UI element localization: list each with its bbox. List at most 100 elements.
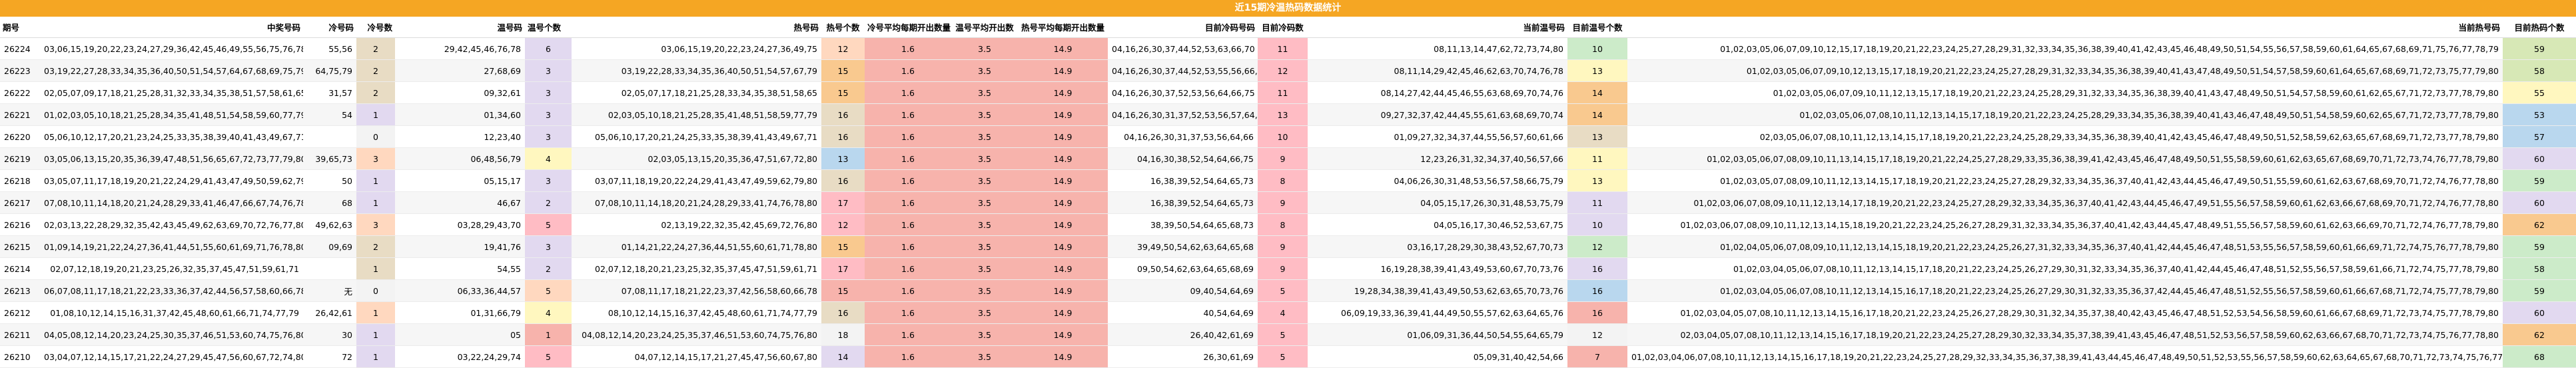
cold-avg: 1.6 xyxy=(865,191,951,214)
warm-avg: 3.5 xyxy=(951,301,1018,324)
cold-avg: 1.6 xyxy=(865,213,951,236)
warm-avg: 3.5 xyxy=(951,147,1018,170)
current-cold-numbers: 04,16,26,30,37,44,52,53,55,56,66,70 xyxy=(1108,59,1258,82)
current-warm-count: 14 xyxy=(1567,103,1627,126)
warm-avg: 3.5 xyxy=(951,103,1018,126)
hot-numbers: 04,07,12,14,15,17,21,27,45,47,56,60,67,8… xyxy=(572,345,821,368)
current-hot-count: 59 xyxy=(2503,235,2576,258)
cold-count: 2 xyxy=(356,235,395,258)
current-warm-numbers: 05,09,31,40,42,54,66 xyxy=(1308,345,1567,368)
cold-numbers: 64,75,79 xyxy=(303,59,356,82)
hot-avg: 14.9 xyxy=(1018,213,1108,236)
cold-count: 0 xyxy=(356,279,395,302)
current-warm-numbers: 06,09,19,33,36,39,41,44,49,50,55,57,62,6… xyxy=(1308,301,1567,324)
winning-numbers: 03,06,15,19,20,22,23,24,27,29,36,42,45,4… xyxy=(40,37,303,60)
current-warm-numbers: 01,09,27,32,34,37,44,55,56,57,60,61,66 xyxy=(1308,125,1567,148)
winning-numbers: 02,05,07,09,17,18,21,25,28,31,32,33,34,3… xyxy=(40,81,303,104)
current-cold-numbers: 04,16,26,30,37,52,53,56,64,66,75 xyxy=(1108,81,1258,104)
current-hot-count: 58 xyxy=(2503,257,2576,280)
table-row: 26211 04,05,08,12,14,20,23,24,25,30,35,37… xyxy=(0,323,2576,346)
table-row: 26223 03,19,22,27,28,33,34,35,36,40,50,51… xyxy=(0,59,2576,82)
issue-number: 26222 xyxy=(0,81,40,104)
current-cold-count: 12 xyxy=(1258,59,1308,82)
cold-avg: 1.6 xyxy=(865,125,951,148)
current-hot-count: 59 xyxy=(2503,37,2576,60)
current-cold-numbers: 04,16,30,38,52,54,64,66,75 xyxy=(1108,147,1258,170)
column-header: 温号码 xyxy=(395,17,525,38)
current-hot-count: 55 xyxy=(2503,81,2576,104)
hot-avg: 14.9 xyxy=(1018,345,1108,368)
warm-avg: 3.5 xyxy=(951,169,1018,192)
hot-avg: 14.9 xyxy=(1018,323,1108,346)
issue-number: 26220 xyxy=(0,125,40,148)
column-header: 目前冷码数 xyxy=(1258,17,1308,38)
cold-count: 2 xyxy=(356,59,395,82)
column-header: 目前温号个数 xyxy=(1567,17,1627,38)
current-hot-count: 53 xyxy=(2503,103,2576,126)
table-row: 26214 02,07,12,18,19,20,21,23,25,26,32,35… xyxy=(0,257,2576,280)
hot-count: 16 xyxy=(821,169,865,192)
column-header: 冷号平均每期开出数量 xyxy=(865,17,951,38)
warm-count: 3 xyxy=(525,169,572,192)
current-cold-count: 11 xyxy=(1258,81,1308,104)
current-cold-count: 13 xyxy=(1258,103,1308,126)
hot-numbers: 02,03,05,10,18,21,25,28,35,41,48,51,58,5… xyxy=(572,103,821,126)
hot-count: 16 xyxy=(821,103,865,126)
current-hot-count: 62 xyxy=(2503,213,2576,236)
current-hot-count: 58 xyxy=(2503,59,2576,82)
winning-numbers: 06,07,08,11,17,18,21,22,23,33,36,37,42,4… xyxy=(40,279,303,302)
column-header: 热号个数 xyxy=(821,17,865,38)
winning-numbers: 05,06,10,12,17,20,21,23,24,25,33,35,38,3… xyxy=(40,125,303,148)
hot-numbers: 05,06,10,17,20,21,24,25,33,35,38,39,41,4… xyxy=(572,125,821,148)
current-warm-numbers: 19,28,34,38,39,41,43,49,50,53,62,63,65,7… xyxy=(1308,279,1567,302)
current-hot-numbers: 01,02,03,05,07,08,09,10,11,12,13,14,15,1… xyxy=(1627,169,2503,192)
warm-numbers: 03,22,24,29,74 xyxy=(395,345,525,368)
current-hot-numbers: 01,02,03,05,06,07,09,10,11,12,13,15,17,1… xyxy=(1627,81,2503,104)
hot-count: 12 xyxy=(821,37,865,60)
current-hot-numbers: 01,02,03,05,06,07,09,10,12,15,17,18,19,2… xyxy=(1627,37,2503,60)
column-header: 热号码 xyxy=(572,17,821,38)
warm-count: 3 xyxy=(525,81,572,104)
cold-avg: 1.6 xyxy=(865,169,951,192)
hot-count: 17 xyxy=(821,257,865,280)
warm-avg: 3.5 xyxy=(951,257,1018,280)
current-warm-count: 11 xyxy=(1567,191,1627,214)
current-warm-numbers: 01,06,09,31,36,44,50,54,55,64,65,79 xyxy=(1308,323,1567,346)
warm-avg: 3.5 xyxy=(951,59,1018,82)
warm-count: 1 xyxy=(525,323,572,346)
table-row: 26212 01,08,10,12,14,15,16,31,37,42,45,48… xyxy=(0,301,2576,324)
hot-avg: 14.9 xyxy=(1018,301,1108,324)
current-warm-count: 14 xyxy=(1567,81,1627,104)
hot-count: 15 xyxy=(821,59,865,82)
current-warm-count: 13 xyxy=(1567,59,1627,82)
cold-numbers: 49,62,63 xyxy=(303,213,356,236)
current-cold-numbers: 04,16,26,30,31,37,53,56,64,66 xyxy=(1108,125,1258,148)
warm-numbers: 46,67 xyxy=(395,191,525,214)
current-warm-count: 16 xyxy=(1567,279,1627,302)
current-warm-count: 12 xyxy=(1567,235,1627,258)
cold-avg: 1.6 xyxy=(865,37,951,60)
current-hot-count: 60 xyxy=(2503,301,2576,324)
winning-numbers: 03,19,22,27,28,33,34,35,36,40,50,51,54,5… xyxy=(40,59,303,82)
current-warm-numbers: 04,06,26,30,31,48,53,56,57,58,66,75,79 xyxy=(1308,169,1567,192)
issue-number: 26217 xyxy=(0,191,40,214)
current-warm-numbers: 08,11,14,29,42,45,46,62,63,70,74,76,78 xyxy=(1308,59,1567,82)
current-cold-count: 10 xyxy=(1258,125,1308,148)
warm-numbers: 06,48,56,79 xyxy=(395,147,525,170)
hot-avg: 14.9 xyxy=(1018,59,1108,82)
cold-avg: 1.6 xyxy=(865,59,951,82)
warm-numbers: 29,42,45,46,76,78 xyxy=(395,37,525,60)
hot-numbers: 03,06,15,19,20,22,23,24,27,36,49,75 xyxy=(572,37,821,60)
cold-avg: 1.6 xyxy=(865,257,951,280)
current-hot-numbers: 01,02,03,05,06,07,09,10,12,13,15,17,18,1… xyxy=(1627,59,2503,82)
hot-count: 15 xyxy=(821,279,865,302)
current-hot-numbers: 01,02,04,05,06,07,08,09,10,11,12,13,14,1… xyxy=(1627,235,2503,258)
current-cold-count: 9 xyxy=(1258,257,1308,280)
cold-count: 1 xyxy=(356,103,395,126)
hot-count: 16 xyxy=(821,125,865,148)
current-cold-numbers: 04,16,26,30,31,37,52,53,56,57,64,66,75 xyxy=(1108,103,1258,126)
hot-numbers: 01,14,21,22,24,27,36,44,51,55,60,61,71,7… xyxy=(572,235,821,258)
warm-numbers: 19,41,76 xyxy=(395,235,525,258)
warm-numbers: 54,55 xyxy=(395,257,525,280)
issue-number: 26215 xyxy=(0,235,40,258)
